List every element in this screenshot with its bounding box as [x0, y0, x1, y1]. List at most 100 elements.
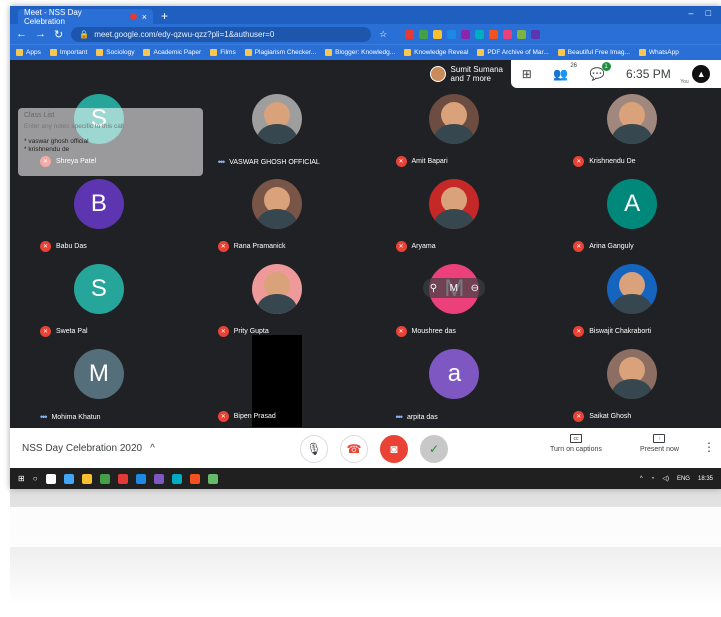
tray-chevron-icon[interactable]: ^ — [640, 476, 643, 482]
extension-icon[interactable] — [405, 29, 415, 39]
bookmark-item[interactable]: Plagiarism Checker... — [244, 49, 316, 56]
people-icon[interactable]: 👥 26 — [553, 63, 577, 82]
extension-icon[interactable] — [433, 29, 443, 39]
extension-icon[interactable] — [489, 29, 499, 39]
participant-tile[interactable]: ✕ Prity Gupta — [188, 258, 366, 343]
extension-icon[interactable] — [447, 29, 457, 39]
extension-icon[interactable] — [419, 29, 429, 39]
presenter-avatar — [429, 66, 446, 82]
reload-icon[interactable]: ↻ — [54, 28, 63, 41]
captions-button[interactable]: cc Turn on captions — [550, 434, 602, 453]
participant-tile[interactable]: S ✕ Sweta Pal — [10, 258, 188, 343]
search-icon[interactable]: ○ — [33, 474, 38, 483]
class-list-title: Class List — [24, 112, 55, 119]
folder-icon — [143, 49, 151, 56]
mic-button[interactable]: 🎙 — [300, 435, 328, 463]
camera-off-button[interactable]: ◙ — [380, 435, 408, 463]
participant-tile[interactable]: A ✕ Arina Ganguly — [543, 173, 721, 258]
language-indicator[interactable]: ENG — [677, 476, 690, 482]
participant-tile[interactable]: M ••• Mohima Khatun — [10, 343, 188, 428]
taskbar-app-icon[interactable] — [135, 473, 146, 484]
reflection-fade — [0, 489, 721, 617]
self-avatar[interactable]: ▲ You — [680, 65, 711, 85]
taskbar-app-icon[interactable] — [117, 473, 128, 484]
extension-icon[interactable] — [461, 29, 471, 39]
bookmark-item[interactable]: Academic Paper — [143, 49, 201, 56]
bookmark-item[interactable]: Apps — [16, 49, 41, 56]
star-icon[interactable]: ☆ — [379, 29, 387, 40]
minimize-icon[interactable]: – — [689, 8, 694, 18]
participant-tile[interactable]: ✕ Saikat Ghosh — [543, 343, 721, 428]
chat-icon[interactable]: 💬 1 — [590, 62, 611, 81]
present-now-button[interactable]: ↑ Present now — [640, 434, 679, 453]
captions-label: Turn on captions — [550, 446, 602, 453]
participant-name-bar: ✕ Sweta Pal — [40, 326, 88, 337]
folder-icon — [210, 49, 218, 56]
taskbar-clock[interactable]: 18:35 — [698, 476, 713, 482]
participant-tile[interactable]: B ✕ Babu Das — [10, 173, 188, 258]
camera-off-icon: ◙ — [390, 442, 398, 456]
tab-title: Meet - NSS Day Celebration — [24, 7, 82, 26]
taskbar-app-icon[interactable] — [153, 473, 164, 484]
participant-tile[interactable]: a ••• arpita das — [366, 343, 544, 428]
participant-tile[interactable]: ✕ Krishnendu De — [543, 88, 721, 173]
participant-tile[interactable]: ✕ Biswajit Chakraborti — [543, 258, 721, 343]
extension-icon[interactable] — [503, 29, 513, 39]
participant-name: Bipen Prasad — [233, 413, 276, 420]
tab-meet[interactable]: Meet - NSS Day Celebration × — [18, 7, 153, 26]
volume-icon[interactable]: ◁) — [662, 475, 669, 482]
bookmark-item[interactable]: Beautiful Free Imag... — [557, 49, 630, 56]
more-options-icon[interactable]: ⋮ — [703, 440, 715, 454]
taskbar-app-icon[interactable] — [81, 473, 92, 484]
taskbar-app-icon[interactable] — [207, 473, 218, 484]
bookmark-item[interactable]: Films — [210, 49, 236, 56]
extension-icon[interactable] — [475, 29, 485, 39]
speaking-indicator-icon: ••• — [217, 157, 226, 167]
bookmark-item[interactable]: WhatsApp — [638, 49, 679, 56]
participant-name: Biswajit Chakraborti — [589, 328, 652, 335]
maximize-icon[interactable]: □ — [706, 8, 711, 18]
remove-icon[interactable]: ⊖ — [471, 283, 479, 294]
hang-up-button[interactable]: ☎ — [340, 435, 368, 463]
taskbar-app-icon[interactable] — [45, 473, 56, 484]
forward-icon[interactable]: → — [35, 28, 46, 40]
participant-name: Krishnendu De — [589, 158, 636, 165]
people-count: 26 — [570, 62, 578, 69]
taskbar-app-icon[interactable] — [171, 473, 182, 484]
class-list-panel[interactable]: Class List Enter any notes specific to t… — [18, 108, 203, 176]
participant-tile[interactable]: M⚲ M ⊖ ✕ Moushree das — [366, 258, 544, 343]
mic-muted-icon: ✕ — [573, 156, 585, 167]
presenter-chip[interactable]: Sumit Sumana and 7 more — [429, 65, 503, 83]
extension-icon[interactable] — [517, 29, 527, 39]
participant-tile[interactable]: ✕ Aryama — [366, 173, 544, 258]
bookmark-item[interactable]: Important — [49, 49, 87, 56]
bookmark-item[interactable]: PDF Archive of Mar... — [477, 49, 549, 56]
pin-icon[interactable]: ⚲ — [430, 283, 437, 294]
meeting-details[interactable]: NSS Day Celebration 2020 ^ — [22, 443, 155, 454]
mic-icon: 🎙 — [306, 442, 322, 456]
bookmark-label: Films — [220, 49, 236, 56]
mic-muted-icon: ✕ — [40, 241, 51, 252]
new-tab-button[interactable]: + — [161, 9, 168, 24]
participant-tile[interactable]: ✕ Bipen Prasad — [188, 335, 366, 428]
participant-tile[interactable]: ••• VASWAR GHOSH OFFICIAL — [188, 88, 366, 173]
extension-icon[interactable] — [531, 29, 541, 39]
bookmark-item[interactable]: Sociology — [96, 49, 134, 56]
extensions-bar — [405, 29, 541, 39]
wifi-icon[interactable]: ◔ — [651, 476, 655, 482]
taskbar-app-icon[interactable] — [63, 473, 74, 484]
bookmark-item[interactable]: Knowledge Reveal — [404, 49, 468, 56]
taskbar-app-icon[interactable] — [189, 473, 200, 484]
back-icon[interactable]: ← — [16, 28, 27, 40]
participant-tile[interactable]: ✕ Amit Bapari — [366, 88, 544, 173]
participant-tile[interactable]: ✕ Rana Pramanick — [188, 173, 366, 258]
check-button[interactable]: ✓ — [420, 435, 448, 463]
url-field[interactable]: 🔒 meet.google.com/edy-qzwu-qzz?pli=1&aut… — [71, 26, 372, 42]
grid-layout-icon[interactable]: ⊞ — [522, 67, 532, 81]
class-list-note[interactable]: Enter any notes specific to this call — [24, 123, 197, 130]
taskbar-app-icon[interactable] — [99, 473, 110, 484]
windows-start-icon[interactable]: ⊞ — [18, 474, 25, 483]
tab-bar: Meet - NSS Day Celebration × + – □ — [10, 6, 721, 26]
close-tab-icon[interactable]: × — [142, 12, 147, 22]
bookmark-item[interactable]: Blogger: Knowledg... — [325, 49, 395, 56]
